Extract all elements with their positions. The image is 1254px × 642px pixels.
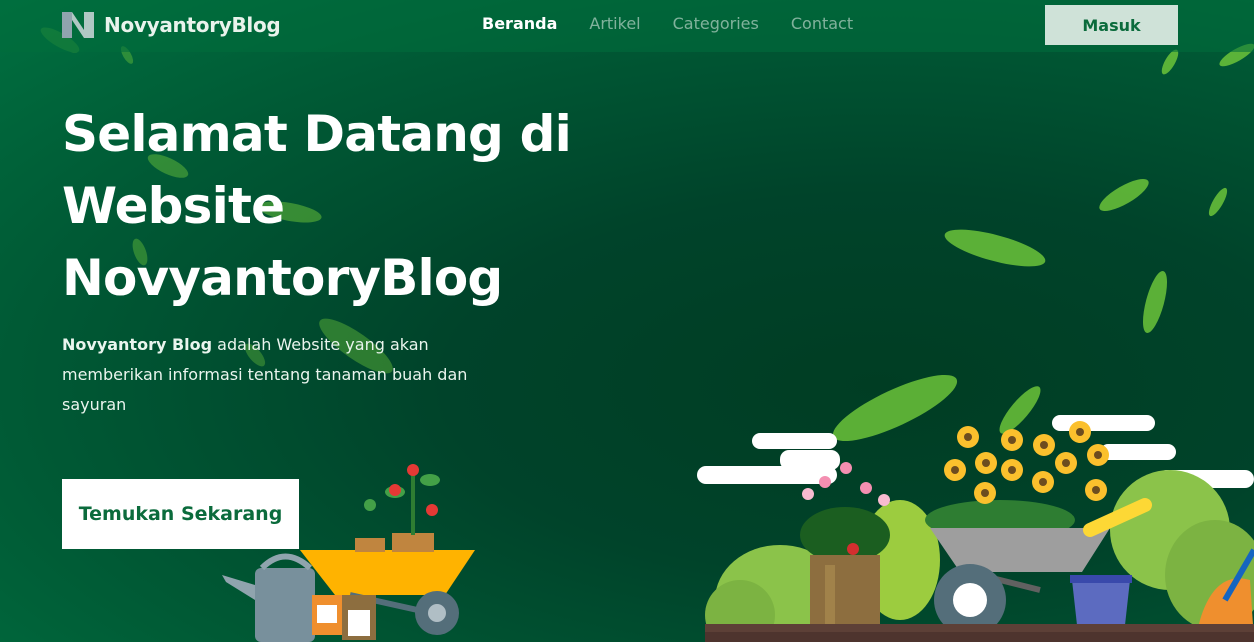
nav-item-contact[interactable]: Contact	[791, 14, 853, 33]
brand-name: NovyantoryBlog	[104, 13, 281, 37]
watering-can	[222, 553, 315, 642]
navbar: NovyantoryBlog Beranda Artikel Categorie…	[0, 0, 1254, 52]
hero-title: Selamat Datang di Website NovyantoryBlog	[62, 98, 622, 314]
fence	[705, 624, 1254, 642]
login-button[interactable]: Masuk	[1045, 5, 1178, 45]
nav-item-categories[interactable]: Categories	[673, 14, 759, 33]
brand[interactable]: NovyantoryBlog	[62, 12, 281, 38]
nav-item-artikel[interactable]: Artikel	[589, 14, 640, 33]
wheelbarrow-left	[300, 533, 475, 640]
hero-title-line-2: Website	[62, 177, 285, 235]
hero-title-line-3: NovyantoryBlog	[62, 249, 503, 307]
nav-item-beranda[interactable]: Beranda	[482, 14, 557, 33]
hero-description: Novyantory Blog adalah Website yang akan…	[62, 330, 512, 420]
find-now-button[interactable]: Temukan Sekarang	[62, 479, 299, 549]
hero-description-brand: Novyantory Blog	[62, 335, 213, 354]
main-nav: Beranda Artikel Categories Contact	[482, 14, 853, 33]
hero-title-line-1: Selamat Datang di	[62, 105, 572, 163]
tomato-plant	[364, 464, 440, 535]
bucket	[1070, 575, 1132, 625]
n-logo-icon	[62, 12, 94, 38]
sunflowers	[944, 421, 1109, 504]
